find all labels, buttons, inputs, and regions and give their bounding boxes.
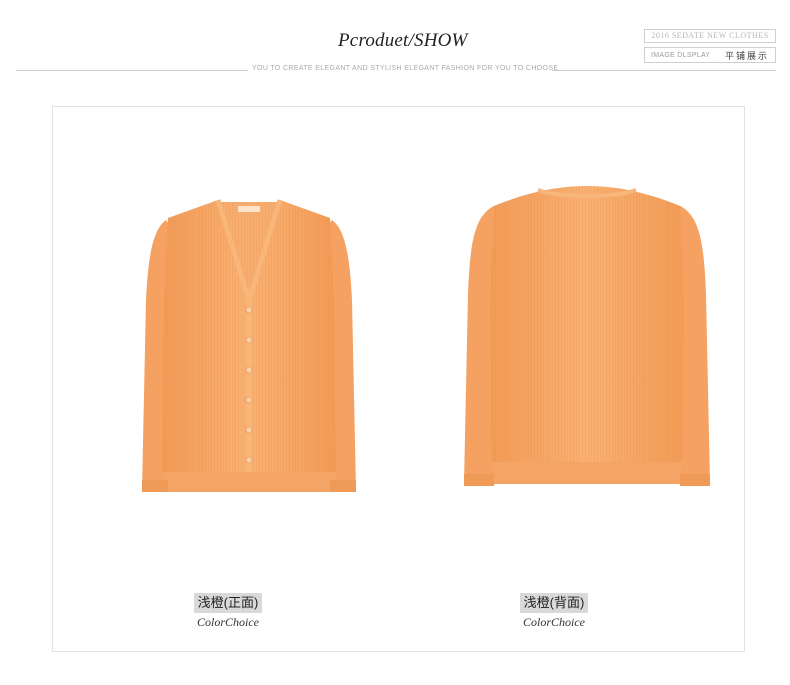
header-divider-right xyxy=(552,70,776,71)
color-view-label: 浅橙(正面) xyxy=(193,593,263,613)
header-divider-left xyxy=(16,70,248,71)
color-choice-caption: ColorChoice xyxy=(197,615,259,629)
color-view-label: 浅橙(背面) xyxy=(519,593,589,613)
back-view-label: 浅橙(背面) ColorChoice xyxy=(504,593,604,630)
page-title: Pcroduet/SHOW xyxy=(338,30,468,51)
display-badge: IMAGE DLSPLAY 平铺展示 xyxy=(644,47,776,63)
display-badge-zh: 平铺展示 xyxy=(725,50,770,61)
display-badge-en: IMAGE DLSPLAY xyxy=(651,51,711,59)
cardigan-front-image xyxy=(142,199,356,492)
page-subtitle: YOU TO CREATE ELEGANT AND STYLISH ELEGAN… xyxy=(252,65,559,72)
front-view-label: 浅橙(正面) ColorChoice xyxy=(178,593,278,630)
color-choice-caption: ColorChoice xyxy=(523,615,585,629)
cardigan-back-image xyxy=(464,186,710,486)
season-badge: 2016 SEDATE NEW CLOTHES xyxy=(644,29,776,43)
